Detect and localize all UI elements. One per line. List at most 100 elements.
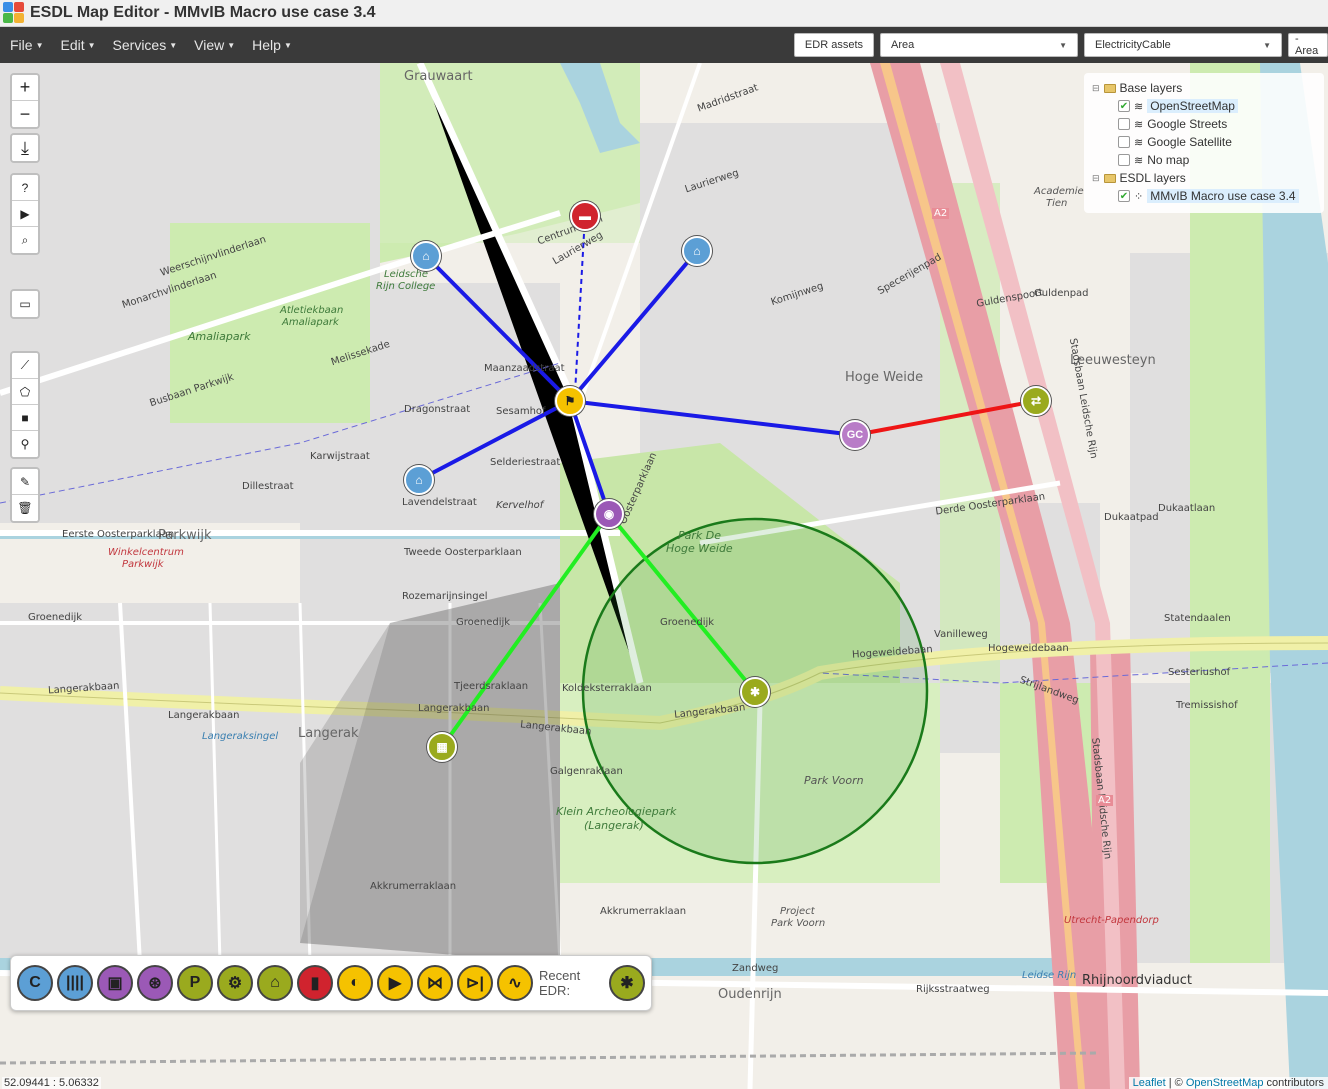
palette-pump-button[interactable]: ◐ bbox=[337, 965, 373, 1001]
recent-edr-button[interactable]: ✱ bbox=[609, 965, 645, 1001]
cable-select[interactable]: ElectricityCable ▼ bbox=[1084, 33, 1282, 57]
menu-file-label: File bbox=[10, 37, 33, 53]
map-label: Park De bbox=[678, 529, 722, 542]
conversion-icon: ⊛ bbox=[148, 975, 162, 992]
esdl-layers-group[interactable]: ⊟ ESDL layers bbox=[1092, 169, 1316, 187]
osm-link[interactable]: OpenStreetMap bbox=[1186, 1077, 1264, 1089]
producer-asset[interactable]: ⇄ bbox=[1021, 386, 1051, 416]
download-icon[interactable]: ⤓ bbox=[12, 135, 38, 161]
menu-services[interactable]: Services ▼ bbox=[103, 37, 185, 53]
map-label: Selderiestraat bbox=[490, 457, 561, 468]
window-title: ESDL Map Editor - MMvIB Macro use case 3… bbox=[30, 4, 376, 21]
menu-view[interactable]: View ▼ bbox=[184, 37, 242, 53]
consumer-asset[interactable]: ⌂ bbox=[404, 465, 434, 495]
battery-icon: ▬ bbox=[579, 209, 591, 223]
edr-assets-button[interactable]: EDR assets bbox=[793, 33, 874, 57]
area-select[interactable]: Area ▼ bbox=[880, 33, 1078, 57]
map-label: Galgenraklaan bbox=[550, 766, 623, 777]
map-label: Akkrumerraklaan bbox=[600, 906, 687, 917]
layer-checkbox[interactable]: ✔ bbox=[1118, 190, 1130, 202]
leaflet-link[interactable]: Leaflet bbox=[1133, 1077, 1166, 1089]
area-select-2[interactable]: - Area bbox=[1288, 33, 1328, 57]
draw-rectangle-icon[interactable]: ■ bbox=[12, 405, 38, 431]
network-icon: ⁘ bbox=[1134, 190, 1144, 203]
map-label: Winkelcentrum bbox=[108, 547, 184, 558]
edit-icon[interactable]: ✎ bbox=[12, 469, 38, 495]
menu-help[interactable]: Help ▼ bbox=[242, 37, 299, 53]
layer-checkbox[interactable] bbox=[1118, 154, 1130, 166]
building-icon: ⌂ bbox=[415, 473, 423, 487]
battery-icon: ▮ bbox=[310, 975, 320, 992]
map-label: Hoge Weide bbox=[666, 542, 733, 555]
palette-factory-button[interactable]: ⌂ bbox=[257, 965, 293, 1001]
map-base-layer bbox=[0, 63, 1328, 1089]
help-icon[interactable]: ? bbox=[12, 175, 38, 201]
palette-conversion-button[interactable]: ⊛ bbox=[137, 965, 173, 1001]
map-label: Lavendelstraat bbox=[402, 497, 477, 508]
pv-asset[interactable]: ▦ bbox=[427, 732, 457, 762]
zoom-in-button[interactable]: + bbox=[12, 75, 38, 101]
menu-file[interactable]: File ▼ bbox=[0, 37, 50, 53]
layer-checkbox[interactable]: ✔ bbox=[1118, 100, 1130, 112]
factory-icon: ⌂ bbox=[270, 974, 280, 991]
layer-item-no-map[interactable]: ≋ No map bbox=[1092, 151, 1316, 169]
help-control: ? ▶ ⌕ bbox=[10, 173, 40, 255]
palette-heatpump-button[interactable]: |||| bbox=[57, 965, 93, 1001]
transformer-asset[interactable]: ◉ bbox=[594, 499, 624, 529]
palette-transformer-button[interactable]: ▣ bbox=[97, 965, 133, 1001]
chevron-down-icon: ▼ bbox=[87, 40, 96, 50]
zoom-control: + − bbox=[10, 73, 40, 129]
consumer-asset[interactable]: ⌂ bbox=[411, 241, 441, 271]
storage-asset[interactable]: ▬ bbox=[570, 201, 600, 231]
map-attribution: Leaflet | © OpenStreetMap contributors bbox=[1128, 1077, 1328, 1089]
layer-checkbox[interactable] bbox=[1118, 118, 1130, 130]
comment-control: ▭ bbox=[10, 289, 40, 319]
search-icon[interactable]: ⌕ bbox=[12, 227, 38, 253]
layer-checkbox[interactable] bbox=[1118, 136, 1130, 148]
gas-conversion-asset[interactable]: GC bbox=[840, 420, 870, 450]
palette-ac-source-button[interactable]: ∿ bbox=[497, 965, 533, 1001]
draw-line-icon[interactable]: ⟋ bbox=[12, 353, 38, 379]
chevron-down-icon: ▼ bbox=[35, 40, 44, 50]
draw-marker-icon[interactable]: ⚲ bbox=[12, 431, 38, 457]
layer-item-openstreetmap[interactable]: ✔ ≋ OpenStreetMap bbox=[1092, 97, 1316, 115]
palette-windpark-button[interactable]: ⚙ bbox=[217, 965, 253, 1001]
map-label: Vanilleweg bbox=[934, 629, 988, 640]
map-label: Leidsche bbox=[384, 269, 429, 280]
map-label: Rhijnoordviaduct bbox=[1082, 973, 1193, 988]
map-label: Dukaatpad bbox=[1104, 512, 1159, 523]
zoom-out-button[interactable]: − bbox=[12, 101, 38, 127]
wind-turbine-asset[interactable]: ✱ bbox=[740, 677, 770, 707]
layer-item-google-streets[interactable]: ≋ Google Streets bbox=[1092, 115, 1316, 133]
draw-polygon-icon[interactable]: ⬠ bbox=[12, 379, 38, 405]
map-label: Dukaatlaan bbox=[1158, 503, 1216, 514]
comment-icon[interactable]: ▭ bbox=[12, 291, 38, 317]
map-label: Grauwaart bbox=[404, 69, 473, 84]
wind-turbine-icon: ✱ bbox=[620, 975, 634, 992]
pump-icon: ◐ bbox=[350, 974, 360, 991]
windpark-icon: ⚙ bbox=[227, 975, 243, 992]
palette-diode-button[interactable]: ⊳| bbox=[457, 965, 493, 1001]
power-plant-icon: ⇄ bbox=[1030, 394, 1042, 408]
palette-pv-parc-button[interactable]: P bbox=[177, 965, 213, 1001]
layer-label: Google Satellite bbox=[1147, 135, 1232, 149]
layer-item-google-satellite[interactable]: ≋ Google Satellite bbox=[1092, 133, 1316, 151]
play-icon[interactable]: ▶ bbox=[12, 201, 38, 227]
menu-edit[interactable]: Edit ▼ bbox=[50, 37, 102, 53]
palette-checkvalve-button[interactable]: ⋈ bbox=[417, 965, 453, 1001]
base-layers-group[interactable]: ⊟ Base layers bbox=[1092, 79, 1316, 97]
map-label: Project bbox=[780, 906, 815, 917]
hub-asset[interactable]: ⚑ bbox=[555, 386, 585, 416]
palette-battery-button[interactable]: ▮ bbox=[297, 965, 333, 1001]
map-label: Tweede Oosterparklaan bbox=[404, 547, 522, 558]
palette-consumer-button[interactable]: C bbox=[17, 965, 53, 1001]
transformer-icon: ▣ bbox=[107, 975, 123, 992]
cable-select-value: ElectricityCable bbox=[1095, 39, 1171, 51]
map-canvas[interactable]: Grauwaart Amaliapark Atletiekbaan Amalia… bbox=[0, 63, 1328, 1089]
trash-icon[interactable]: 🗑 bbox=[12, 495, 38, 521]
layer-item-mmvib[interactable]: ✔ ⁘ MMvIB Macro use case 3.4 bbox=[1092, 187, 1316, 205]
layers-icon: ≋ bbox=[1134, 154, 1144, 167]
palette-valve-button[interactable]: ▶ bbox=[377, 965, 413, 1001]
map-label: Karwijstraat bbox=[310, 451, 370, 462]
consumer-asset[interactable]: ⌂ bbox=[682, 236, 712, 266]
